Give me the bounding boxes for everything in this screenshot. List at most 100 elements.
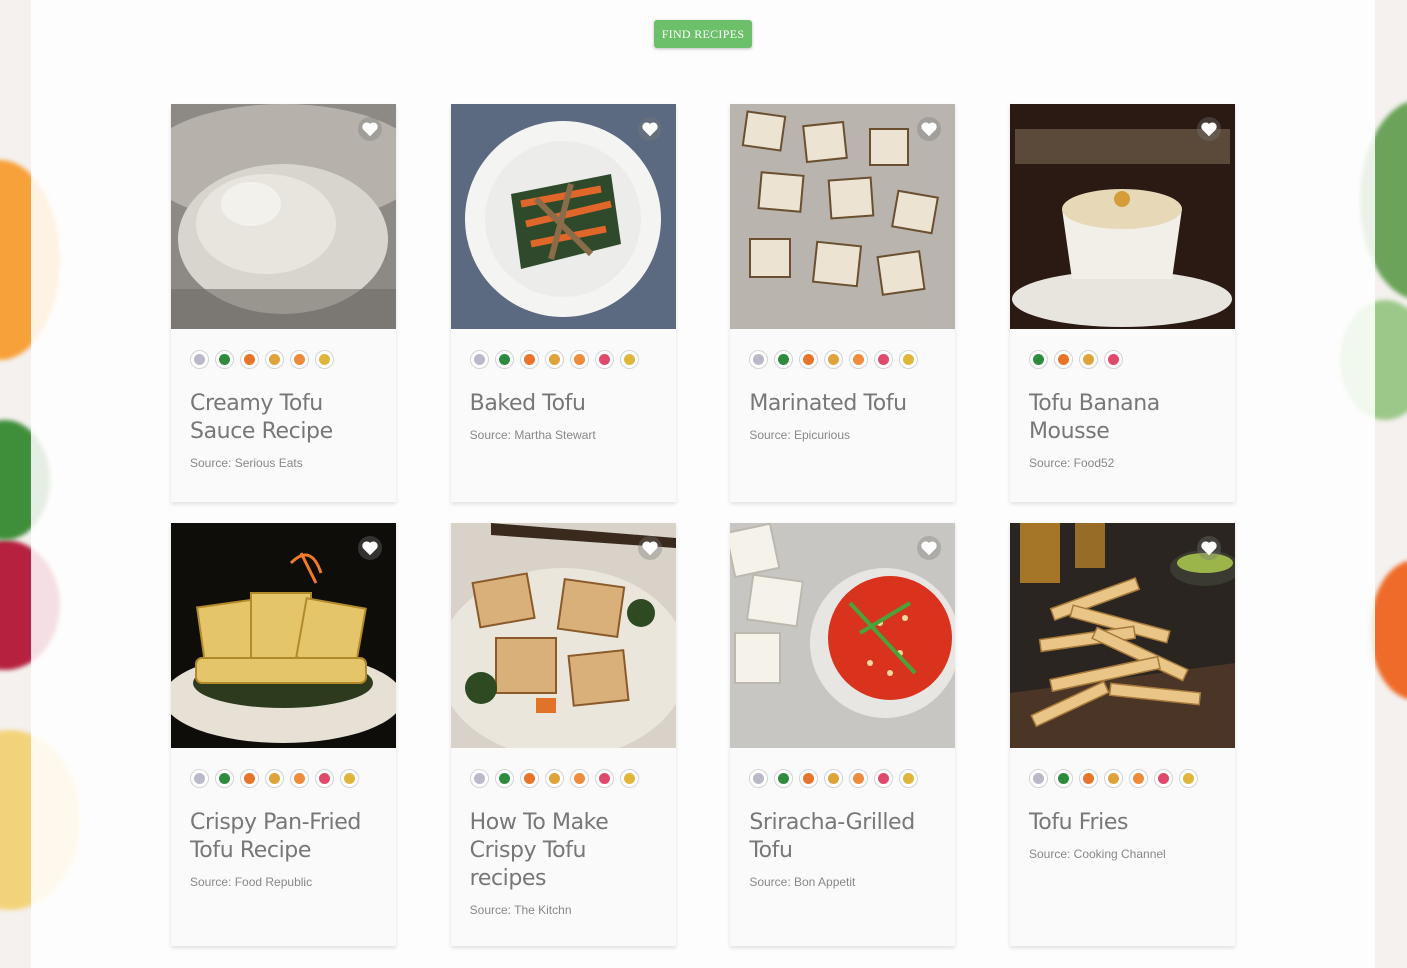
recipe-card[interactable]: Baked Tofu Source: Martha Stewart (450, 104, 676, 502)
heart-icon[interactable] (874, 769, 894, 788)
fire-icon[interactable] (290, 769, 309, 788)
recipe-photo[interactable] (730, 523, 956, 748)
broccoli-icon[interactable] (774, 350, 794, 369)
vegan-icon[interactable] (469, 769, 489, 788)
recipe-source: Source: Food52 (1028, 456, 1115, 470)
no-wheat-icon[interactable] (619, 350, 639, 369)
recipe-card[interactable]: Creamy Tofu Sauce Recipe Source: Serious… (171, 104, 396, 502)
broccoli-icon[interactable] (215, 769, 234, 788)
carrot-icon[interactable] (240, 350, 259, 369)
broccoli-icon[interactable] (774, 769, 794, 788)
carrot-icon[interactable] (799, 769, 819, 788)
no-wheat-icon[interactable] (899, 769, 919, 788)
recipe-card[interactable]: Marinated Tofu Source: Epicurious (730, 104, 956, 502)
recipe-title[interactable]: How To Make Crispy Tofu recipes (451, 800, 676, 893)
recipe-photo[interactable] (730, 104, 956, 329)
recipe-source: Source: Bon Appetit (749, 875, 856, 889)
no-wheat-icon[interactable] (340, 769, 359, 788)
fire-icon[interactable] (849, 350, 869, 369)
recipe-card[interactable]: How To Make Crispy Tofu recipes Source: … (450, 523, 676, 946)
fire-icon[interactable] (290, 350, 309, 369)
vegan-icon[interactable] (469, 350, 489, 369)
recipe-source: Source: The Kitchn (469, 903, 572, 917)
recipe-source: Source: Food Republic (190, 875, 313, 889)
heart-icon[interactable] (594, 769, 614, 788)
recipe-photo[interactable] (171, 523, 396, 748)
diet-icons (451, 748, 676, 800)
heart-icon[interactable] (1103, 350, 1123, 369)
fire-icon[interactable] (569, 769, 589, 788)
favorite-heart-icon[interactable] (358, 536, 382, 560)
recipe-source: Source: Serious Eats (190, 456, 303, 470)
recipe-source: Source: Martha Stewart (469, 428, 596, 442)
recipe-title[interactable]: Baked Tofu (451, 381, 676, 418)
diet-icons (1010, 748, 1235, 800)
recipe-grid: Creamy Tofu Sauce Recipe Source: Serious… (171, 104, 1235, 946)
favorite-heart-icon[interactable] (358, 117, 382, 141)
heart-icon[interactable] (315, 769, 334, 788)
diet-icons (730, 329, 955, 381)
diet-icons (1010, 329, 1235, 381)
peanut-icon[interactable] (544, 350, 564, 369)
heart-icon[interactable] (1153, 769, 1173, 788)
favorite-heart-icon[interactable] (1196, 536, 1221, 560)
carrot-icon[interactable] (519, 350, 539, 369)
recipe-photo[interactable] (1009, 104, 1235, 329)
broccoli-icon[interactable] (1028, 350, 1048, 369)
fire-icon[interactable] (569, 350, 589, 369)
heart-icon[interactable] (594, 350, 614, 369)
no-wheat-icon[interactable] (1178, 769, 1198, 788)
carrot-icon[interactable] (799, 350, 819, 369)
recipe-title[interactable]: Tofu Fries (1010, 800, 1235, 837)
recipe-photo[interactable] (1009, 523, 1235, 748)
peanut-icon[interactable] (824, 350, 844, 369)
diet-icons (730, 748, 955, 800)
recipe-title[interactable]: Crispy Pan-Fried Tofu Recipe (171, 800, 396, 865)
recipe-photo[interactable] (171, 104, 396, 329)
diet-icons (171, 329, 396, 381)
fire-icon[interactable] (1128, 769, 1148, 788)
fire-icon[interactable] (849, 769, 869, 788)
no-wheat-icon[interactable] (315, 350, 334, 369)
diet-icons (451, 329, 676, 381)
vegan-icon[interactable] (749, 350, 769, 369)
heart-icon[interactable] (874, 350, 894, 369)
carrot-icon[interactable] (240, 769, 259, 788)
recipe-card[interactable]: Crispy Pan-Fried Tofu Recipe Source: Foo… (171, 523, 396, 946)
peanut-icon[interactable] (1103, 769, 1123, 788)
recipe-title[interactable]: Creamy Tofu Sauce Recipe (171, 381, 396, 446)
diet-icons (171, 748, 396, 800)
no-wheat-icon[interactable] (899, 350, 919, 369)
broccoli-icon[interactable] (494, 350, 514, 369)
recipe-photo[interactable] (450, 104, 676, 329)
vegan-icon[interactable] (190, 350, 209, 369)
recipe-title[interactable]: Sriracha-Grilled Tofu (730, 800, 955, 865)
carrot-icon[interactable] (519, 769, 539, 788)
vegan-icon[interactable] (190, 769, 209, 788)
recipe-title[interactable]: Marinated Tofu (730, 381, 955, 418)
peanut-icon[interactable] (1078, 350, 1098, 369)
recipe-source: Source: Cooking Channel (1028, 847, 1166, 861)
favorite-heart-icon[interactable] (637, 536, 662, 560)
carrot-icon[interactable] (1053, 350, 1073, 369)
broccoli-icon[interactable] (494, 769, 514, 788)
recipe-source: Source: Epicurious (749, 428, 851, 442)
peanut-icon[interactable] (824, 769, 844, 788)
peanut-icon[interactable] (265, 769, 284, 788)
no-wheat-icon[interactable] (619, 769, 639, 788)
carrot-icon[interactable] (1078, 769, 1098, 788)
broccoli-icon[interactable] (215, 350, 234, 369)
recipe-card[interactable]: Sriracha-Grilled Tofu Source: Bon Appeti… (730, 523, 956, 946)
favorite-heart-icon[interactable] (1196, 117, 1221, 141)
peanut-icon[interactable] (265, 350, 284, 369)
vegan-icon[interactable] (749, 769, 769, 788)
recipe-card[interactable]: Tofu Fries Source: Cooking Channel (1009, 523, 1235, 946)
recipe-card[interactable]: Tofu Banana Mousse Source: Food52 (1009, 104, 1235, 502)
favorite-heart-icon[interactable] (637, 117, 662, 141)
peanut-icon[interactable] (544, 769, 564, 788)
find-recipes-button[interactable]: FIND RECIPES (654, 20, 752, 48)
recipe-photo[interactable] (450, 523, 676, 748)
broccoli-icon[interactable] (1053, 769, 1073, 788)
recipe-title[interactable]: Tofu Banana Mousse (1010, 381, 1235, 446)
vegan-icon[interactable] (1028, 769, 1048, 788)
